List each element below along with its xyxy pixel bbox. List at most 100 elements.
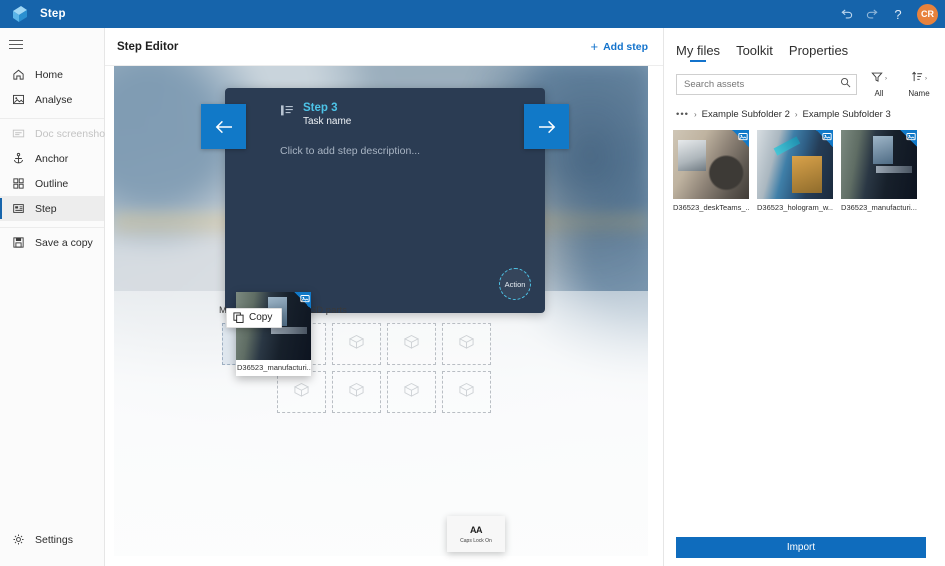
sidebar-item-anchor[interactable]: Anchor [0,146,104,171]
asset-grid: D36523_deskTeams_... D36523_hologram_w..… [664,126,945,212]
sidebar-group-main: Home Analyse [0,60,104,119]
drop-cell[interactable] [442,323,491,365]
assets-toolbar: › All › Name [664,62,945,104]
sort-icon [911,70,923,88]
step-editor-header: Step Editor + Add step [105,28,663,66]
arrow-left-icon [214,119,234,135]
analyse-image-icon [9,91,27,109]
plus-icon: + [590,39,599,54]
tab-my-files[interactable]: My files [676,43,720,62]
sidebar-item-doc-screenshots: Doc screenshots [0,121,113,146]
filter-button[interactable]: › All [861,70,897,98]
undo-icon[interactable] [833,0,859,28]
3d-cube-icon [403,334,420,355]
drop-cell[interactable] [387,371,436,413]
breadcrumb-item[interactable]: Example Subfolder 2 [702,109,790,120]
save-copy-icon [9,234,27,252]
asset-card[interactable]: D36523_deskTeams_... [673,130,749,212]
task-name[interactable]: Task name [303,116,351,127]
3d-cube-icon [348,334,365,355]
avatar[interactable]: CR [917,3,938,25]
dragged-asset-name: D36523_manufacturi... [236,360,311,376]
dragged-asset[interactable]: D36523_manufacturi... [236,292,311,376]
asset-name: D36523_hologram_w... [757,203,833,212]
parts-label: 3D parts [311,305,347,316]
page-title: Step Editor [117,40,179,53]
drop-cell[interactable] [387,323,436,365]
sidebar-item-outline[interactable]: Outline [0,171,104,196]
sort-button[interactable]: › Name [901,70,937,98]
step-description-input[interactable]: Click to add step description... [280,145,420,157]
redo-icon[interactable] [859,0,885,28]
asset-card[interactable]: D36523_manufacturi... [841,130,917,212]
tab-properties[interactable]: Properties [789,43,848,62]
next-step-button[interactable] [524,104,569,149]
assets-panel-tabs: My files Toolkit Properties [664,28,945,62]
search-assets-box[interactable] [676,73,857,95]
action-button[interactable]: Action [499,268,531,300]
image-badge-icon [816,130,833,147]
search-icon[interactable] [840,75,851,93]
sidebar-settings: Settings [0,527,105,552]
import-button[interactable]: Import [676,537,926,558]
asset-card[interactable]: D36523_hologram_w... [757,130,833,212]
add-step-label: Add step [603,40,648,53]
asset-name: D36523_manufacturi... [841,203,917,212]
3d-cube-icon [458,382,475,403]
drop-cell[interactable] [442,371,491,413]
copy-icon [233,312,244,323]
hamburger-menu-button[interactable] [0,28,104,60]
add-step-button[interactable]: + Add step [590,39,648,54]
breadcrumb-overflow[interactable]: ••• [676,109,689,120]
sidebar: Home Analyse Doc screenshots Anchor Outl… [0,28,113,566]
anchor-icon [9,150,27,168]
app-logo [0,0,40,28]
search-input[interactable] [684,78,840,90]
sidebar-item-label: Doc screenshots [35,127,114,140]
help-icon[interactable]: ? [885,0,911,28]
sidebar-item-label: Step [35,202,57,215]
copy-tooltip-label: Copy [249,312,273,323]
sidebar-item-analyse[interactable]: Analyse [0,87,104,112]
image-badge-icon [732,130,749,147]
drop-cell[interactable] [332,323,381,365]
hamburger-icon [9,37,23,52]
drop-cell[interactable] [332,371,381,413]
sidebar-item-settings[interactable]: Settings [0,527,105,552]
image-badge-icon [294,292,311,309]
sidebar-item-step[interactable]: Step [0,196,104,221]
sidebar-item-label: Home [35,68,64,81]
outline-grid-icon [9,175,27,193]
step-card[interactable]: Step 3 Task name Click to add step descr… [201,88,569,313]
gear-icon [9,531,27,549]
sidebar-settings-label: Settings [35,533,73,546]
assets-panel: My files Toolkit Properties › All [663,28,945,566]
asset-name: D36523_deskTeams_... [673,203,749,212]
step-logo-icon [10,5,30,23]
sidebar-item-home[interactable]: Home [0,62,104,87]
step-editor-panel: Step Editor + Add step Step 3 Task name … [105,28,663,566]
chevron-down-icon: › [885,76,887,82]
asset-thumbnail [673,130,749,199]
step-list-icon [280,104,294,118]
drop-cell[interactable] [277,371,326,413]
breadcrumb-item[interactable]: Example Subfolder 3 [803,109,891,120]
filter-funnel-icon [871,70,883,88]
sort-label: Name [908,89,930,98]
previous-step-button[interactable] [201,104,246,149]
caps-lock-toast: AA Caps Lock On [447,516,505,552]
3d-cube-icon [458,334,475,355]
step-canvas[interactable]: Step 3 Task name Click to add step descr… [114,66,648,556]
sidebar-item-label: Anchor [35,152,69,165]
title-bar-actions: ? CR [833,0,945,28]
arrow-right-icon [537,119,557,135]
chevron-down-icon: › [925,76,927,82]
breadcrumb-separator: › [693,110,697,119]
asset-thumbnail [841,130,917,199]
3d-cube-icon [348,382,365,403]
sidebar-item-label: Save a copy [35,236,93,249]
app-title: Step [40,8,66,20]
sidebar-item-save-a-copy[interactable]: Save a copy [0,230,104,255]
tab-toolkit[interactable]: Toolkit [736,43,773,62]
title-bar: Step ? CR [0,0,945,28]
